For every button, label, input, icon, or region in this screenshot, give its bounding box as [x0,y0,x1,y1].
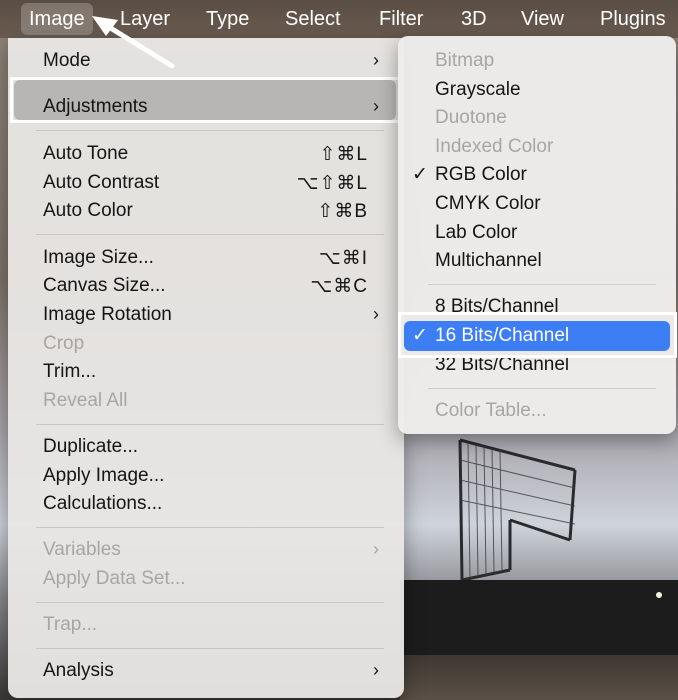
menu-item-reveal-all: Reveal All [8,387,404,415]
submenu-item-label: Color Table... [435,400,547,421]
16-bits-callout-box [398,312,677,358]
menu-item-canvas-size[interactable]: Canvas Size... ⌥⌘C [8,272,404,300]
menu-separator [36,234,384,235]
menu-item-trap: Trap... [8,611,404,639]
menu-item-label: Auto Tone [43,143,129,164]
menu-item-mode-label: Mode [43,50,91,71]
menu-item-label: Duplicate... [43,436,139,457]
photo-light [656,592,662,598]
menu-item-label: Crop [43,333,85,354]
menu-item-label: Analysis [43,660,114,681]
submenu-separator [428,388,656,389]
menu-item-label: Variables [43,539,121,560]
menu-item-label: Trim... [43,361,97,382]
submenu-item-label: Duotone [435,107,507,128]
menu-item-analysis[interactable]: Analysis › [8,657,404,685]
menubar-filter[interactable]: Filter [379,0,423,38]
menu-item-label: Reveal All [43,390,128,411]
menu-separator [36,130,384,131]
menu-separator [36,648,384,649]
submenu-item-bitmap: Bitmap [398,47,676,75]
submenu-item-color-table: Color Table... [398,397,676,425]
shortcut-label: ⇧⌘B [317,201,368,222]
menu-item-adjustments-label: Adjustments [43,96,148,117]
menu-separator [36,527,384,528]
menu-item-apply-data-set: Apply Data Set... [8,565,404,593]
chevron-right-icon: › [373,660,379,680]
menu-item-calculations[interactable]: Calculations... [8,490,404,518]
menu-item-label: Apply Image... [43,465,165,486]
image-menu: Mode › Adjustments › Auto Tone ⇧⌘L Auto … [8,38,404,698]
menu-item-variables: Variables › [8,536,404,564]
chevron-right-icon: › [373,539,379,559]
submenu-item-label: Multichannel [435,250,542,271]
submenu-item-label: Indexed Color [435,136,554,157]
photo-ground [400,655,678,700]
menu-separator [36,424,384,425]
submenu-separator [428,284,656,285]
menu-separator [36,602,384,603]
submenu-item-rgb-color[interactable]: ✓ RGB Color [398,161,676,189]
chevron-right-icon: › [373,304,379,324]
menubar-plugins[interactable]: Plugins [600,0,666,38]
submenu-item-indexed-color: Indexed Color [398,133,676,161]
submenu-item-label: CMYK Color [435,193,541,214]
menu-item-label: Canvas Size... [43,275,166,296]
menu-item-auto-tone[interactable]: Auto Tone ⇧⌘L [8,140,404,168]
submenu-item-label: Grayscale [435,79,521,100]
menu-item-mode[interactable]: Mode › [8,47,404,75]
menu-item-label: Auto Contrast [43,172,160,193]
menu-item-label: Image Rotation [43,304,172,325]
shortcut-label: ⌥⌘I [318,248,368,269]
menubar-3d[interactable]: 3D [461,0,487,38]
app-menubar: Image Layer Type Select Filter 3D View P… [0,0,678,38]
menu-item-duplicate[interactable]: Duplicate... [8,433,404,461]
submenu-item-multichannel[interactable]: Multichannel [398,247,676,275]
menu-item-adjustments[interactable]: Adjustments › [8,93,404,121]
checkmark-icon: ✓ [412,164,428,185]
mode-submenu: Bitmap Grayscale Duotone Indexed Color ✓… [398,36,676,434]
menu-item-label: Image Size... [43,247,154,268]
submenu-item-label: Lab Color [435,222,518,243]
menu-item-auto-contrast[interactable]: Auto Contrast ⌥⇧⌘L [8,169,404,197]
submenu-item-duotone: Duotone [398,104,676,132]
chevron-right-icon: › [373,50,379,70]
menu-item-label: Apply Data Set... [43,568,186,589]
chevron-right-icon: › [373,96,379,116]
submenu-item-cmyk-color[interactable]: CMYK Color [398,190,676,218]
menu-item-label: Trap... [43,614,98,635]
menu-item-apply-image[interactable]: Apply Image... [8,462,404,490]
menu-item-label: Calculations... [43,493,163,514]
submenu-item-label: RGB Color [435,164,527,185]
menu-item-label: Auto Color [43,200,133,221]
menu-item-crop: Crop [8,330,404,358]
menubar-layer[interactable]: Layer [120,0,170,38]
submenu-item-label: Bitmap [435,50,495,71]
menubar-view[interactable]: View [521,0,564,38]
submenu-item-lab-color[interactable]: Lab Color [398,219,676,247]
menu-item-image-size[interactable]: Image Size... ⌥⌘I [8,244,404,272]
menubar-type[interactable]: Type [206,0,249,38]
menu-item-image-rotation[interactable]: Image Rotation › [8,301,404,329]
menu-item-auto-color[interactable]: Auto Color ⇧⌘B [8,197,404,225]
shortcut-label: ⇧⌘L [319,144,368,165]
shortcut-label: ⌥⇧⌘L [296,173,368,194]
submenu-item-grayscale[interactable]: Grayscale [398,76,676,104]
shortcut-label: ⌥⌘C [310,276,368,297]
menubar-select[interactable]: Select [285,0,341,38]
menubar-image[interactable]: Image [21,3,93,35]
menu-item-trim[interactable]: Trim... [8,358,404,386]
